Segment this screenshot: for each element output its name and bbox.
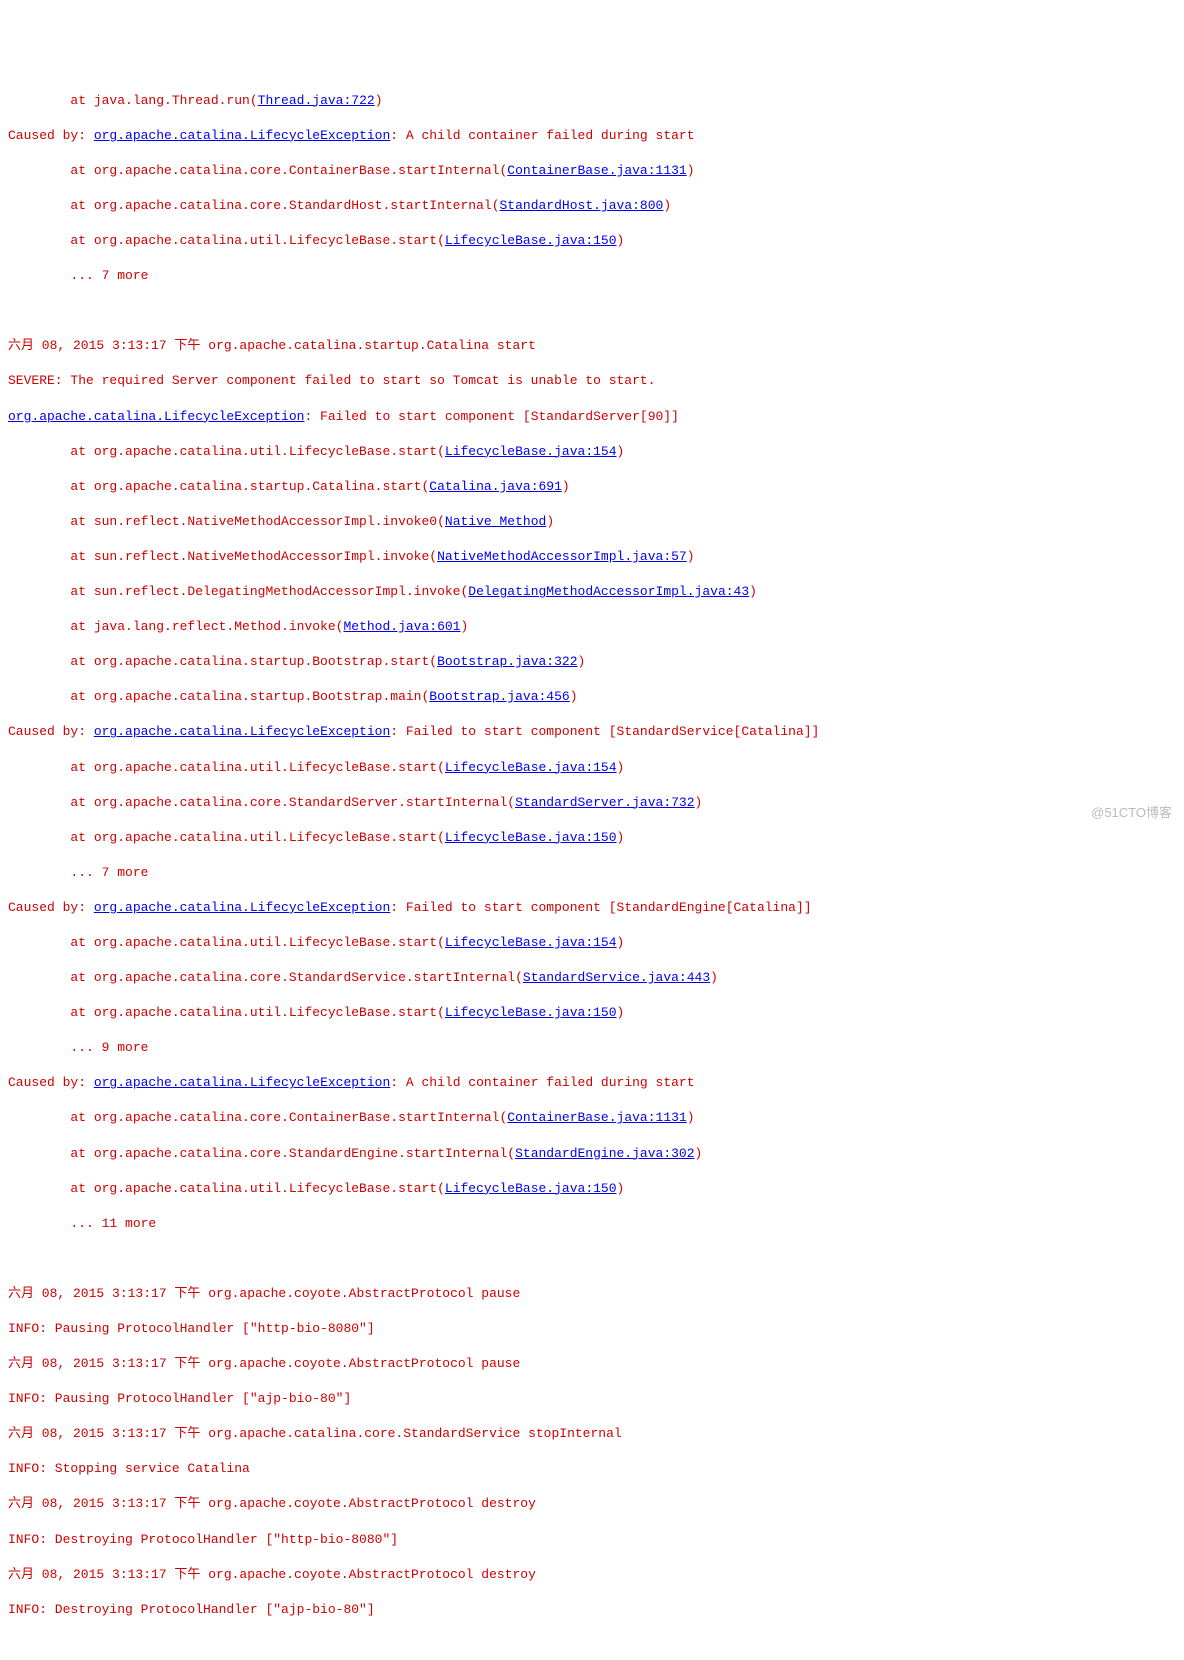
source-link[interactable]: StandardHost.java:800 bbox=[500, 198, 664, 213]
more-frames: ... 9 more bbox=[8, 1040, 148, 1055]
watermark: @51CTO博客 bbox=[1091, 804, 1172, 822]
source-link[interactable]: ContainerBase.java:1131 bbox=[507, 163, 686, 178]
stack-frame: at org.apache.catalina.util.LifecycleBas… bbox=[8, 1005, 437, 1020]
stack-frame: at org.apache.catalina.util.LifecycleBas… bbox=[8, 760, 437, 775]
source-link[interactable]: Bootstrap.java:322 bbox=[437, 654, 577, 669]
caused-by-label: Caused by: bbox=[8, 900, 94, 915]
log-header: 六月 08, 2015 3:13:17 下午 org.apache.coyote… bbox=[8, 1356, 520, 1371]
source-link[interactable]: Bootstrap.java:456 bbox=[429, 689, 569, 704]
stack-frame: at org.apache.catalina.util.LifecycleBas… bbox=[8, 935, 437, 950]
info-line: INFO: Pausing ProtocolHandler ["ajp-bio-… bbox=[8, 1391, 351, 1406]
stack-frame: at org.apache.catalina.core.ContainerBas… bbox=[8, 163, 499, 178]
exception-link[interactable]: org.apache.catalina.LifecycleException bbox=[94, 724, 390, 739]
log-header: 六月 08, 2015 3:13:17 下午 org.apache.catali… bbox=[8, 338, 536, 353]
info-line: INFO: Stopping service Catalina bbox=[8, 1461, 250, 1476]
severe-line: SEVERE: The required Server component fa… bbox=[8, 373, 656, 388]
more-frames: ... 11 more bbox=[8, 1216, 156, 1231]
stack-frame: at org.apache.catalina.core.StandardServ… bbox=[8, 795, 507, 810]
stack-frame: at org.apache.catalina.core.StandardHost… bbox=[8, 198, 492, 213]
source-link[interactable]: LifecycleBase.java:150 bbox=[445, 233, 617, 248]
log-header: 六月 08, 2015 3:13:17 下午 org.apache.coyote… bbox=[8, 1567, 536, 1582]
stack-frame: at sun.reflect.NativeMethodAccessorImpl.… bbox=[8, 514, 437, 529]
exception-link[interactable]: org.apache.catalina.LifecycleException bbox=[94, 900, 390, 915]
source-link[interactable]: StandardServer.java:732 bbox=[515, 795, 694, 810]
exception-link[interactable]: org.apache.catalina.LifecycleException bbox=[8, 409, 304, 424]
source-link[interactable]: LifecycleBase.java:154 bbox=[445, 444, 617, 459]
source-link[interactable]: StandardEngine.java:302 bbox=[515, 1146, 694, 1161]
caused-by-label: Caused by: bbox=[8, 724, 94, 739]
source-link[interactable]: DelegatingMethodAccessorImpl.java:43 bbox=[468, 584, 749, 599]
stack-frame: at org.apache.catalina.core.StandardEngi… bbox=[8, 1146, 507, 1161]
source-link[interactable]: LifecycleBase.java:150 bbox=[445, 1005, 617, 1020]
stack-frame: at org.apache.catalina.startup.Bootstrap… bbox=[8, 689, 421, 704]
more-frames: ... 7 more bbox=[8, 268, 148, 283]
source-link[interactable]: Method.java:601 bbox=[343, 619, 460, 634]
exception-msg: : A child container failed during start bbox=[390, 128, 694, 143]
caused-by-label: Caused by: bbox=[8, 128, 94, 143]
stack-frame: at sun.reflect.DelegatingMethodAccessorI… bbox=[8, 584, 460, 599]
stack-frame: at sun.reflect.NativeMethodAccessorImpl.… bbox=[8, 549, 429, 564]
exception-msg: : Failed to start component [StandardSer… bbox=[390, 724, 819, 739]
source-link[interactable]: StandardService.java:443 bbox=[523, 970, 710, 985]
more-frames: ... 7 more bbox=[8, 865, 148, 880]
source-link[interactable]: LifecycleBase.java:150 bbox=[445, 1181, 617, 1196]
stack-frame: at java.lang.reflect.Method.invoke bbox=[8, 619, 336, 634]
source-link[interactable]: Catalina.java:691 bbox=[429, 479, 562, 494]
stack-frame: at org.apache.catalina.core.ContainerBas… bbox=[8, 1110, 499, 1125]
exception-link[interactable]: org.apache.catalina.LifecycleException bbox=[94, 128, 390, 143]
stack-frame: at org.apache.catalina.util.LifecycleBas… bbox=[8, 1181, 437, 1196]
log-header: 六月 08, 2015 3:13:17 下午 org.apache.catali… bbox=[8, 1426, 622, 1441]
log-header: 六月 08, 2015 3:13:17 下午 org.apache.coyote… bbox=[8, 1286, 520, 1301]
exception-msg: : Failed to start component [StandardEng… bbox=[390, 900, 811, 915]
stack-frame: at org.apache.catalina.util.LifecycleBas… bbox=[8, 444, 437, 459]
stack-frame: at org.apache.catalina.core.StandardServ… bbox=[8, 970, 515, 985]
source-link[interactable]: LifecycleBase.java:154 bbox=[445, 935, 617, 950]
log-header: 六月 08, 2015 3:13:17 下午 org.apache.coyote… bbox=[8, 1496, 536, 1511]
source-link[interactable]: Native Method bbox=[445, 514, 546, 529]
source-link[interactable]: LifecycleBase.java:154 bbox=[445, 760, 617, 775]
caused-by-label: Caused by: bbox=[8, 1075, 94, 1090]
exception-msg: : Failed to start component [StandardSer… bbox=[304, 409, 678, 424]
console-output: at java.lang.Thread.run(Thread.java:722)… bbox=[8, 74, 1176, 1636]
source-link[interactable]: NativeMethodAccessorImpl.java:57 bbox=[437, 549, 687, 564]
source-link[interactable]: ContainerBase.java:1131 bbox=[507, 1110, 686, 1125]
source-link[interactable]: Thread.java:722 bbox=[258, 93, 375, 108]
stack-frame: at java.lang.Thread.run bbox=[8, 93, 250, 108]
exception-link[interactable]: org.apache.catalina.LifecycleException bbox=[94, 1075, 390, 1090]
source-link[interactable]: LifecycleBase.java:150 bbox=[445, 830, 617, 845]
info-line: INFO: Destroying ProtocolHandler ["ajp-b… bbox=[8, 1602, 375, 1617]
info-line: INFO: Pausing ProtocolHandler ["http-bio… bbox=[8, 1321, 375, 1336]
info-line: INFO: Destroying ProtocolHandler ["http-… bbox=[8, 1532, 398, 1547]
stack-frame: at org.apache.catalina.util.LifecycleBas… bbox=[8, 233, 437, 248]
stack-frame: at org.apache.catalina.startup.Bootstrap… bbox=[8, 654, 429, 669]
stack-frame: at org.apache.catalina.startup.Catalina.… bbox=[8, 479, 421, 494]
exception-msg: : A child container failed during start bbox=[390, 1075, 694, 1090]
stack-frame: at org.apache.catalina.util.LifecycleBas… bbox=[8, 830, 437, 845]
